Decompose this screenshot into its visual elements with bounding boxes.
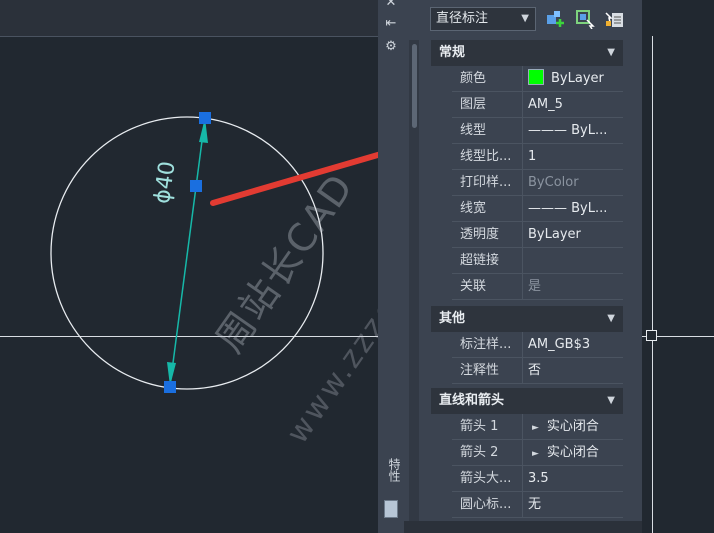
arrow1-value: 实心闭合 [546,419,599,434]
section-general[interactable]: 常规 ▼ [431,40,623,66]
property-value[interactable]: 是 [524,274,623,299]
property-key: 标注样... [452,332,523,357]
section-gutter-general [431,66,452,300]
panel-footer [404,521,642,533]
chevron-down-icon: ▼ [521,13,529,24]
property-value[interactable]: ByLayer [524,66,623,91]
property-key: 透明度 [452,222,523,247]
properties-icon[interactable] [384,500,398,518]
property-row-layer[interactable]: 图层 AM_5 [452,92,623,118]
property-value[interactable]: ——— ByL... [524,118,623,143]
arrowhead-icon: ► [532,449,539,459]
property-row-dimstyle[interactable]: 标注样... AM_GB$3 [452,332,623,358]
property-key: 图层 [452,92,523,117]
color-value: ByLayer [551,71,604,86]
object-type-select[interactable]: 直径标注 ▼ [430,7,536,31]
property-key: 箭头 2 [452,440,523,465]
property-key: 关联 [452,274,523,299]
property-value[interactable]: AM_5 [524,92,623,117]
section-gutter-lines [431,413,452,521]
property-value[interactable]: ——— ByL... [524,196,623,221]
property-value[interactable] [524,248,623,273]
chevron-down-icon: ▼ [607,395,615,406]
section-gutter-other [431,332,452,384]
property-value[interactable]: ByLayer [524,222,623,247]
property-key: 线型 [452,118,523,143]
property-row-linetype[interactable]: 线型 ——— ByL... [452,118,623,144]
section-other[interactable]: 其他 ▼ [431,306,623,332]
property-key: 箭头 1 [452,414,523,439]
palette-sidebar: ✕ ⇤ ⚙ 特性 [378,0,404,533]
property-row-lineweight[interactable]: 线宽 ——— ByL... [452,196,623,222]
object-type-value: 直径标注 [436,11,489,26]
property-value[interactable]: 3.5 [524,466,623,491]
grip-top [199,112,211,124]
pickadd-icon[interactable] [604,9,624,29]
property-row-transparency[interactable]: 透明度 ByLayer [452,222,623,248]
property-value[interactable]: 无 [524,492,623,517]
property-key: 注释性 [452,358,523,383]
section-lines-arrows[interactable]: 直线和箭头 ▼ [431,388,623,414]
property-key: 线型比... [452,144,523,169]
chevron-down-icon: ▼ [607,47,615,58]
gear-icon[interactable]: ⚙ [384,40,398,54]
panel-scroll-thumb[interactable] [412,44,417,128]
close-icon[interactable]: ✕ [384,0,398,10]
property-row-arrow1[interactable]: 箭头 1 ► 实心闭合 [452,414,623,440]
property-row-arrow-size[interactable]: 箭头大... 3.5 [452,466,623,492]
property-row-hyperlink[interactable]: 超链接 [452,248,623,274]
section-title: 直线和箭头 [439,393,505,408]
section-title: 常规 [439,45,466,60]
property-key: 打印样... [452,170,523,195]
property-key: 线宽 [452,196,523,221]
property-row-associative[interactable]: 关联 是 [452,274,623,300]
property-row-plot-style[interactable]: 打印样... ByColor [452,170,623,196]
property-key: 超链接 [452,248,523,273]
grip-bottom [164,381,176,393]
property-row-linetype-scale[interactable]: 线型比... 1 [452,144,623,170]
arrowhead-icon: ► [532,423,539,433]
property-key: 圆心标... [452,492,523,517]
property-value[interactable]: 否 [524,358,623,383]
property-row-color[interactable]: 颜色 ByLayer [452,66,623,92]
pin-icon[interactable]: ⇤ [384,17,398,31]
grip-middle [190,180,202,192]
property-row-annotative[interactable]: 注释性 否 [452,358,623,384]
section-title: 其他 [439,311,466,326]
color-swatch [528,69,544,85]
property-value[interactable]: 1 [524,144,623,169]
property-row-arrow2[interactable]: 箭头 2 ► 实心闭合 [452,440,623,466]
property-value[interactable]: ► 实心闭合 [524,414,623,439]
property-key: 箭头大... [452,466,523,491]
property-row-center-mark[interactable]: 圆心标... 无 [452,492,623,518]
palette-title[interactable]: 特性 [382,458,401,482]
arrow2-value: 实心闭合 [546,445,599,460]
quick-select-icon[interactable] [545,9,565,29]
property-key: 颜色 [452,66,523,91]
property-value[interactable]: ByColor [524,170,623,195]
chevron-down-icon: ▼ [607,313,615,324]
diameter-dimension-line [169,117,206,387]
select-objects-icon[interactable] [575,9,595,29]
property-value[interactable]: ► 实心闭合 [524,440,623,465]
property-value[interactable]: AM_GB$3 [524,332,623,357]
